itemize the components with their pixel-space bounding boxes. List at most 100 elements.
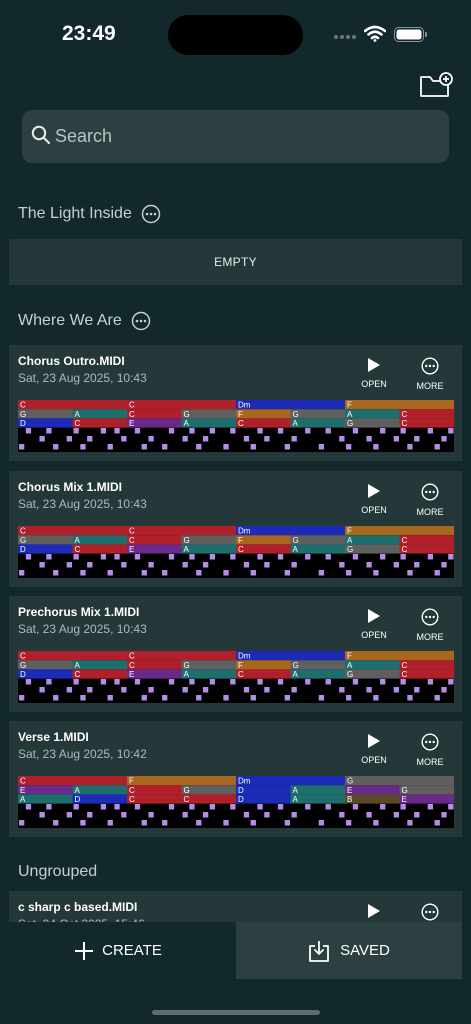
note-cell (236, 794, 291, 804)
step-block (209, 428, 216, 434)
note-label: E (129, 670, 134, 679)
step-block (107, 695, 113, 701)
note-cell (399, 544, 454, 554)
note-cell (127, 660, 182, 670)
step-block (441, 812, 447, 818)
note-label: G (20, 410, 26, 419)
open-button[interactable]: OPEN (359, 483, 389, 515)
more-circle-icon[interactable] (131, 311, 151, 331)
note-cell (236, 660, 291, 670)
step-block (148, 687, 154, 693)
file-card[interactable]: Chorus Outro.MIDI Sat, 23 Aug 2025, 10:4… (9, 345, 462, 461)
note-label: C (20, 652, 26, 661)
note-cell (18, 651, 73, 661)
step-block (100, 554, 107, 560)
step-block (19, 695, 25, 701)
note-cell (236, 409, 291, 419)
more-button[interactable]: MORE (411, 357, 449, 391)
step-block (39, 812, 45, 818)
note-label: C (402, 670, 408, 679)
note-cell (399, 669, 454, 679)
step-block (305, 554, 311, 560)
open-button[interactable]: OPEN (359, 608, 389, 640)
search-bar[interactable] (22, 110, 449, 163)
step-block (250, 820, 256, 826)
more-label: MORE (416, 632, 444, 642)
file-card[interactable]: Chorus Mix 1.MIDI Sat, 23 Aug 2025, 10:4… (9, 471, 462, 587)
step-block (230, 428, 236, 434)
note-cell (181, 794, 236, 804)
note-label: D (238, 795, 244, 804)
note-cell (18, 669, 73, 679)
step-block (400, 679, 406, 685)
step-block (87, 687, 93, 693)
step-block (46, 428, 52, 434)
step-block (53, 444, 59, 450)
note-cell (127, 651, 182, 661)
step-block (393, 436, 399, 442)
note-label: G (184, 410, 190, 419)
saved-tab-button[interactable]: SAVED (236, 922, 462, 979)
step-block (448, 679, 454, 685)
step-block (202, 436, 209, 442)
step-block (66, 562, 72, 568)
step-block (80, 695, 86, 701)
step-block (46, 679, 52, 685)
step-block (148, 562, 154, 568)
step-block (284, 570, 290, 576)
note-label: G (293, 410, 299, 419)
open-button[interactable]: OPEN (359, 733, 389, 765)
note-cell (181, 418, 236, 428)
note-cell (127, 418, 182, 428)
note-cell (72, 535, 127, 545)
step-block (366, 812, 372, 818)
step-block (264, 687, 270, 693)
note-label: A (184, 419, 190, 428)
step-block (305, 679, 311, 685)
note-label: F (238, 536, 243, 545)
step-block (100, 428, 107, 434)
step-block (162, 695, 168, 701)
note-label: G (402, 786, 408, 795)
step-block (114, 804, 120, 810)
file-card[interactable]: Prechorus Mix 1.MIDI Sat, 23 Aug 2025, 1… (9, 596, 462, 712)
search-input[interactable] (55, 122, 435, 150)
step-block (107, 820, 113, 826)
step-block (87, 436, 93, 442)
more-button[interactable]: MORE (411, 733, 449, 767)
note-cell (72, 400, 127, 410)
step-block (168, 804, 175, 810)
step-block (168, 428, 175, 434)
step-block (277, 554, 284, 560)
create-tab-button[interactable]: CREATE (0, 922, 236, 979)
step-block (46, 554, 52, 560)
more-circle-icon[interactable] (141, 204, 161, 224)
note-label: C (20, 401, 26, 410)
file-card[interactable]: Verse 1.MIDI Sat, 23 Aug 2025, 10:42 OPE… (9, 721, 462, 837)
step-block (434, 444, 440, 450)
note-cell (72, 544, 127, 554)
note-cell (345, 794, 400, 804)
step-block (121, 562, 127, 568)
note-cell (72, 409, 127, 419)
note-cell (399, 651, 454, 661)
note-label: A (347, 410, 353, 419)
step-block (257, 428, 263, 434)
note-cell (345, 409, 400, 419)
step-block (284, 820, 290, 826)
step-block (230, 554, 236, 560)
note-label: C (129, 661, 135, 670)
open-button[interactable]: OPEN (359, 357, 389, 389)
more-button[interactable]: MORE (411, 483, 449, 517)
step-block (448, 428, 454, 434)
step-block (434, 820, 440, 826)
new-folder-button[interactable] (418, 70, 454, 100)
step-block (223, 570, 229, 576)
chord-preview: C C Dm FG A C G F G A CD C E A C A G C (18, 526, 454, 578)
more-button[interactable]: MORE (411, 608, 449, 642)
home-indicator (152, 1010, 320, 1015)
step-block (373, 570, 379, 576)
note-label: A (75, 786, 81, 795)
step-block (257, 804, 263, 810)
note-label: E (129, 419, 134, 428)
